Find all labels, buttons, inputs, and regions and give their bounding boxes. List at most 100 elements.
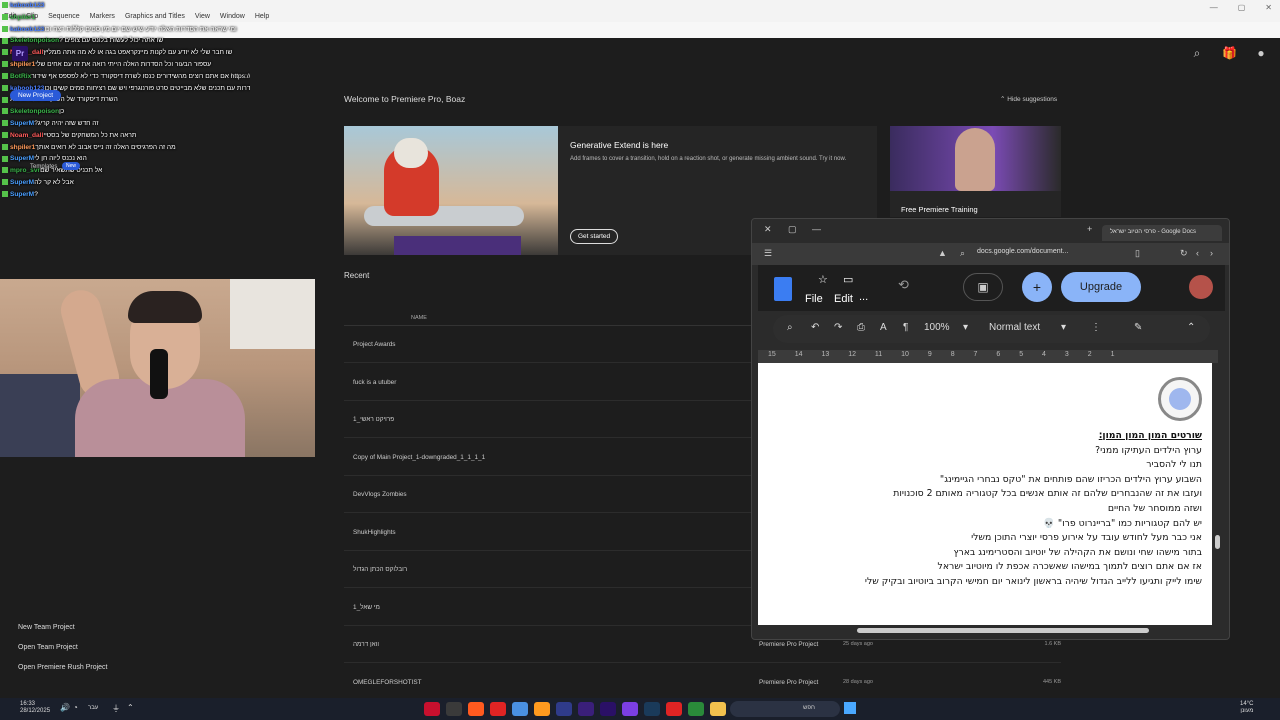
share-icon[interactable]: + [1022, 272, 1052, 302]
document-line[interactable]: אז אם אתם רוצים לתמוך במישהו שאשכרה אכפת… [772, 560, 1202, 575]
chat-username[interactable]: Skeletonpoison [10, 108, 59, 115]
menu-icon[interactable]: ☰ [764, 248, 772, 259]
avatar[interactable]: ● [1254, 46, 1268, 60]
premiere-icon[interactable] [600, 702, 616, 716]
edit-mode-icon[interactable]: ✎ [1134, 322, 1142, 333]
project-row[interactable]: OMEGLEFORSHOTIST Premiere Pro Project 28 d… [344, 664, 1061, 701]
mic-icon[interactable]: ⏚ [112, 703, 120, 714]
extension-icon[interactable]: ▲ [938, 248, 947, 258]
clock[interactable]: 16:33 28/12/2025 [20, 701, 50, 715]
steam-icon[interactable] [644, 702, 660, 716]
document-line[interactable]: אני כבר מעל לחודש עובד על אירוע פרסי יוצ… [772, 531, 1202, 546]
tab-google-docs[interactable]: פרסי הטיוב ישראל - Google Docs [1102, 225, 1222, 241]
chat-username[interactable]: BotRix [10, 73, 31, 80]
training-card[interactable]: Free Premiere Training [890, 126, 1061, 217]
document-line[interactable]: יש להם קטגוריות כמו "בריינרוט פרו" 💀 [772, 517, 1202, 532]
brave-icon[interactable] [666, 702, 682, 716]
site-info-icon[interactable]: ⌕ [960, 248, 965, 259]
redo-icon[interactable]: ↷ [834, 322, 842, 333]
more-menu[interactable]: ... [859, 291, 868, 303]
chevron-down-icon[interactable]: ▾ [1061, 322, 1066, 333]
avatar[interactable] [1189, 275, 1213, 299]
forward-icon[interactable]: › [1210, 248, 1213, 258]
column-header-name[interactable]: NAME [411, 315, 427, 321]
close-window-icon[interactable]: ✕ [764, 224, 772, 235]
star-icon[interactable]: ☆ [818, 273, 828, 286]
app-icon[interactable] [688, 702, 704, 716]
document-line[interactable]: שימו לייק ותגיעו ללייב הגדול שיהיה בראשו… [772, 575, 1202, 590]
docs-logo-icon[interactable] [774, 277, 792, 301]
address-bar[interactable]: docs.google.com/document... [977, 248, 1068, 255]
document-line[interactable]: ערוץ הילדים העתיקו ממני? [772, 444, 1202, 459]
document-heading[interactable]: שורטים המון המון המון: [772, 429, 1202, 444]
chat-username[interactable]: SuperM [10, 120, 34, 127]
chevron-down-icon[interactable]: ▾ [963, 322, 968, 333]
windows-start-icon[interactable] [844, 702, 856, 714]
document-line[interactable]: תנו לי להסביר [772, 458, 1202, 473]
wifi-icon[interactable]: ◔ [73, 703, 78, 712]
photoshop-icon[interactable] [556, 702, 572, 716]
horizontal-scrollbar[interactable] [857, 628, 1149, 633]
collapse-icon[interactable]: ⌃ [1187, 322, 1195, 333]
chat-username[interactable]: SuperM [10, 191, 34, 198]
language-indicator[interactable]: עבר [88, 705, 98, 711]
chat-username[interactable]: kaboob123 [10, 26, 44, 33]
print-icon[interactable]: ⎙ [857, 322, 865, 333]
chat-username[interactable]: SuperM [10, 179, 34, 186]
open-team-project-link[interactable]: Open Team Project [18, 642, 107, 662]
weather-widget[interactable]: 14°C מעונן [1240, 701, 1253, 715]
minimize-icon[interactable]: — [1210, 3, 1218, 12]
file-menu[interactable]: File [805, 293, 823, 305]
document-page[interactable]: שורטים המון המון המון: ערוץ הילדים העתיקו… [758, 363, 1212, 625]
app-icon[interactable] [446, 702, 462, 716]
upgrade-button[interactable]: Upgrade [1061, 272, 1141, 302]
app-icon[interactable] [468, 702, 484, 716]
paint-format-icon[interactable]: ¶ [903, 322, 908, 333]
app-icon[interactable] [490, 702, 506, 716]
chat-username[interactable]: kaboob123 [10, 2, 44, 9]
app-icon[interactable] [424, 702, 440, 716]
chat-username[interactable]: SuperM [10, 155, 34, 162]
chevron-up-icon[interactable]: ⌃ [127, 703, 134, 712]
close-icon[interactable]: ✕ [1265, 3, 1272, 12]
move-folder-icon[interactable]: ▭ [843, 273, 853, 286]
style-select[interactable]: Normal text [989, 322, 1040, 333]
chat-username[interactable]: shpiler1 [10, 144, 35, 151]
app-icon[interactable] [534, 702, 550, 716]
volume-icon[interactable]: 🔊 [60, 703, 70, 712]
open-rush-project-link[interactable]: Open Premiere Rush Project [18, 662, 107, 682]
minimize-window-icon[interactable]: — [812, 224, 821, 234]
folder-icon[interactable] [710, 702, 726, 716]
search-menus-icon[interactable]: ⌕ [787, 322, 793, 333]
get-started-button[interactable]: Get started [570, 229, 619, 244]
chat-username[interactable]: Skeletonpoison [10, 37, 59, 44]
more-options-icon[interactable]: ⋮ [1091, 322, 1101, 333]
document-line[interactable]: השבוע ערוץ הילדים הכריזו שהם פותחים את "… [772, 473, 1202, 488]
document-body[interactable]: שורטים המון המון המון: ערוץ הילדים העתיקו… [772, 429, 1202, 590]
edit-menu[interactable]: Edit [834, 293, 853, 305]
spellcheck-icon[interactable]: A [880, 322, 887, 333]
taskbar-search[interactable]: חפש [730, 701, 840, 717]
back-icon[interactable]: ‹ [1196, 248, 1199, 258]
new-tab-icon[interactable]: + [1087, 224, 1092, 234]
templates-link[interactable]: Templates [30, 164, 57, 170]
undo-icon[interactable]: ↶ [811, 322, 819, 333]
chat-username[interactable]: Noam_dall [10, 132, 43, 139]
new-project-button[interactable]: New Project [10, 90, 62, 101]
hide-suggestions-button[interactable]: ⌃ Hide suggestions [1000, 95, 1057, 103]
meet-icon[interactable]: ▣ [963, 273, 1003, 301]
history-icon[interactable]: ⟲ [898, 277, 909, 293]
reload-icon[interactable]: ↻ [1180, 248, 1188, 259]
bookmark-icon[interactable]: ▯ [1135, 248, 1140, 259]
zoom-select[interactable]: 100% [924, 322, 950, 333]
chat-username[interactable]: shpiler1 [10, 61, 35, 68]
document-line[interactable]: בתור מישהו שחי ונושם את הקהילה של יוטיוב… [772, 546, 1202, 561]
restore-window-icon[interactable]: ▢ [788, 224, 797, 235]
app-icon[interactable] [622, 702, 638, 716]
search-icon[interactable]: ⌕ [1190, 46, 1204, 60]
document-line[interactable]: ושזה ממוסחר של החיים [772, 502, 1202, 517]
after-effects-icon[interactable] [578, 702, 594, 716]
gift-icon[interactable]: 🎁 [1222, 46, 1237, 60]
chat-username[interactable]: shpiler1 [10, 14, 35, 21]
vertical-scrollbar[interactable] [1215, 535, 1220, 549]
